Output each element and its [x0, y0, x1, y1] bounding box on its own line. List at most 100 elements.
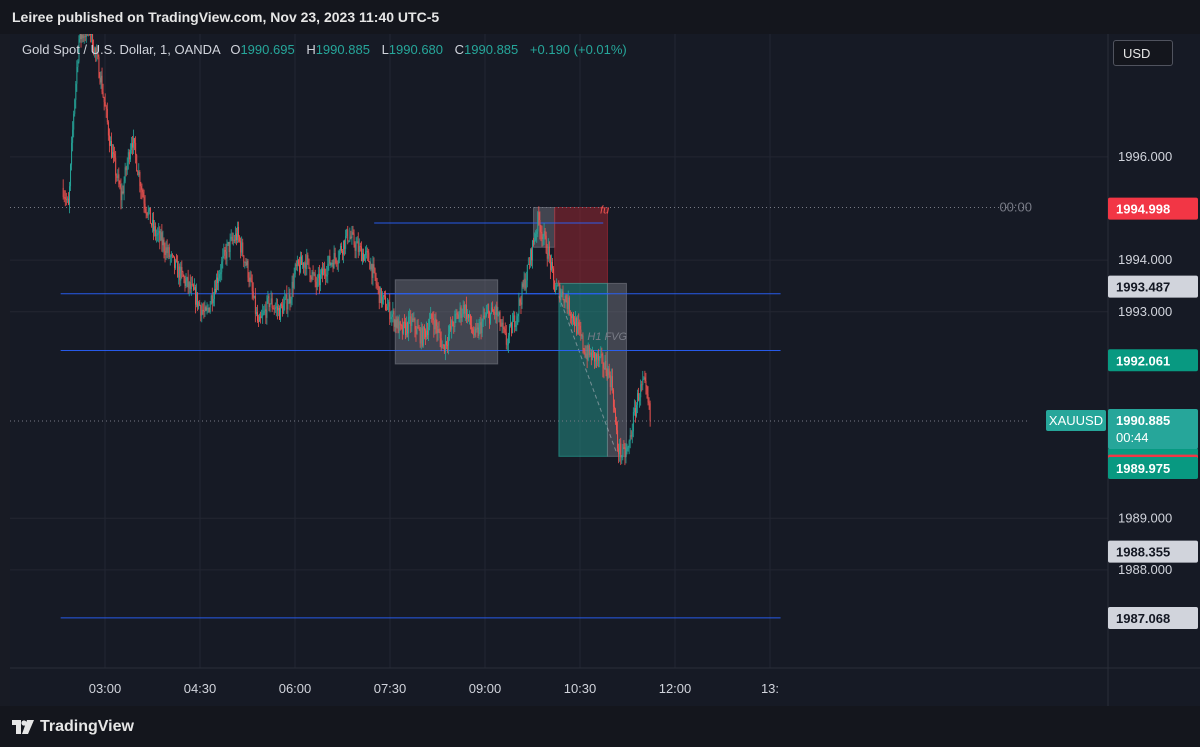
candle-body: [600, 354, 602, 357]
candle-body: [231, 236, 233, 241]
candle-body: [502, 322, 504, 328]
candle-body: [152, 219, 153, 226]
candle-body: [190, 284, 192, 290]
candle-body: [549, 255, 551, 271]
candle-body: [128, 152, 130, 160]
candle-body: [149, 207, 151, 224]
zone-rectangle[interactable]: [558, 282, 608, 457]
candle-body: [232, 239, 234, 241]
candle-body: [169, 256, 171, 258]
zone-rectangle[interactable]: [606, 282, 627, 457]
candle-body: [590, 352, 592, 361]
candle-body: [559, 284, 561, 301]
currency-button[interactable]: USD: [1113, 40, 1173, 66]
high-label: H: [306, 42, 316, 57]
candle-body: [165, 247, 167, 255]
candle-body: [352, 232, 354, 234]
candle-body: [201, 309, 203, 316]
candle-body: [416, 326, 418, 334]
candle-body: [99, 77, 101, 83]
x-tick-label: 04:30: [184, 681, 217, 696]
candle-body: [455, 313, 457, 315]
candle-body: [380, 288, 382, 304]
candle-body: [583, 348, 585, 352]
candle-body: [371, 264, 373, 278]
candle-body: [618, 448, 620, 455]
candle-body: [98, 56, 100, 78]
candle-body: [596, 354, 598, 360]
price-chart[interactable]: 03:00 04:30 06:00 07:30 09:00 10:30 12:00 13: 19…: [10, 34, 1200, 706]
candle-body: [310, 277, 312, 280]
candle-body: [495, 306, 497, 315]
candle-body: [219, 274, 221, 279]
candle-body: [373, 264, 375, 269]
candle-body: [251, 281, 253, 292]
candle-body: [535, 233, 537, 240]
candle-body: [649, 403, 651, 421]
candle-body: [363, 253, 364, 261]
candle-body: [110, 141, 111, 146]
candle-body: [367, 251, 369, 253]
candle-body: [225, 251, 227, 259]
candle-body: [620, 443, 622, 458]
candle-body: [597, 353, 599, 360]
candle-body: [241, 242, 243, 253]
candle-body: [470, 314, 472, 326]
candle-body: [450, 325, 452, 330]
candle-body: [76, 67, 78, 84]
tradingview-logo[interactable]: TradingView: [12, 718, 134, 736]
candle-body: [506, 344, 508, 346]
candle-body: [577, 322, 579, 334]
candle-body: [72, 129, 74, 143]
candle-body: [397, 318, 399, 333]
candle-body: [189, 282, 191, 290]
change-value: +0.190 (+0.01%): [529, 42, 627, 57]
zone-rectangle[interactable]: [554, 207, 608, 284]
candle-body: [155, 226, 157, 236]
low-label: L: [381, 42, 389, 57]
candle-body: [560, 294, 562, 301]
candle-body: [483, 315, 485, 318]
chart-area[interactable]: 03:00 04:30 06:00 07:30 09:00 10:30 12:00 13: 19…: [10, 34, 1200, 706]
candle-body: [640, 384, 642, 398]
candle-body: [407, 322, 409, 334]
candle-body: [384, 295, 385, 297]
candle-body: [454, 313, 456, 327]
x-tick-label: 13:: [761, 681, 779, 696]
candle-body: [160, 232, 162, 241]
candle-body: [146, 212, 148, 216]
candle-body: [223, 250, 225, 256]
candle-body: [303, 262, 305, 268]
candle-body: [593, 350, 594, 353]
candle-body: [542, 236, 544, 240]
candle-body: [170, 254, 172, 257]
price-label-text: 1989.975: [1116, 461, 1170, 476]
candle-body: [272, 308, 274, 309]
symbol-title[interactable]: Gold Spot / U.S. Dollar, 1, OANDA: [22, 42, 221, 57]
candle-body: [576, 318, 578, 334]
price-label-text: 1994.998: [1116, 202, 1170, 217]
candle-body: [83, 36, 85, 39]
candle-body: [238, 226, 240, 237]
candle-body: [526, 264, 528, 281]
candle-body: [625, 451, 627, 458]
candle-body: [210, 295, 212, 305]
candle-body: [326, 274, 328, 277]
candle-body: [224, 250, 226, 252]
candle-body: [257, 312, 258, 322]
symbol-tag-text: XAUUSD: [1049, 413, 1103, 428]
candle-body: [154, 226, 156, 232]
candle-body: [503, 327, 505, 330]
candle-body: [589, 352, 591, 356]
candle-body: [203, 311, 205, 312]
candle-body: [393, 310, 395, 327]
candle-body: [628, 440, 630, 448]
candle-body: [556, 284, 558, 290]
candle-body: [504, 329, 506, 333]
candle-body: [561, 291, 563, 295]
y-tick-label: 1988.000: [1118, 562, 1172, 577]
candle-body: [191, 284, 193, 285]
candle-body: [131, 143, 132, 150]
candle-body: [630, 435, 632, 437]
candle-body: [117, 174, 119, 179]
